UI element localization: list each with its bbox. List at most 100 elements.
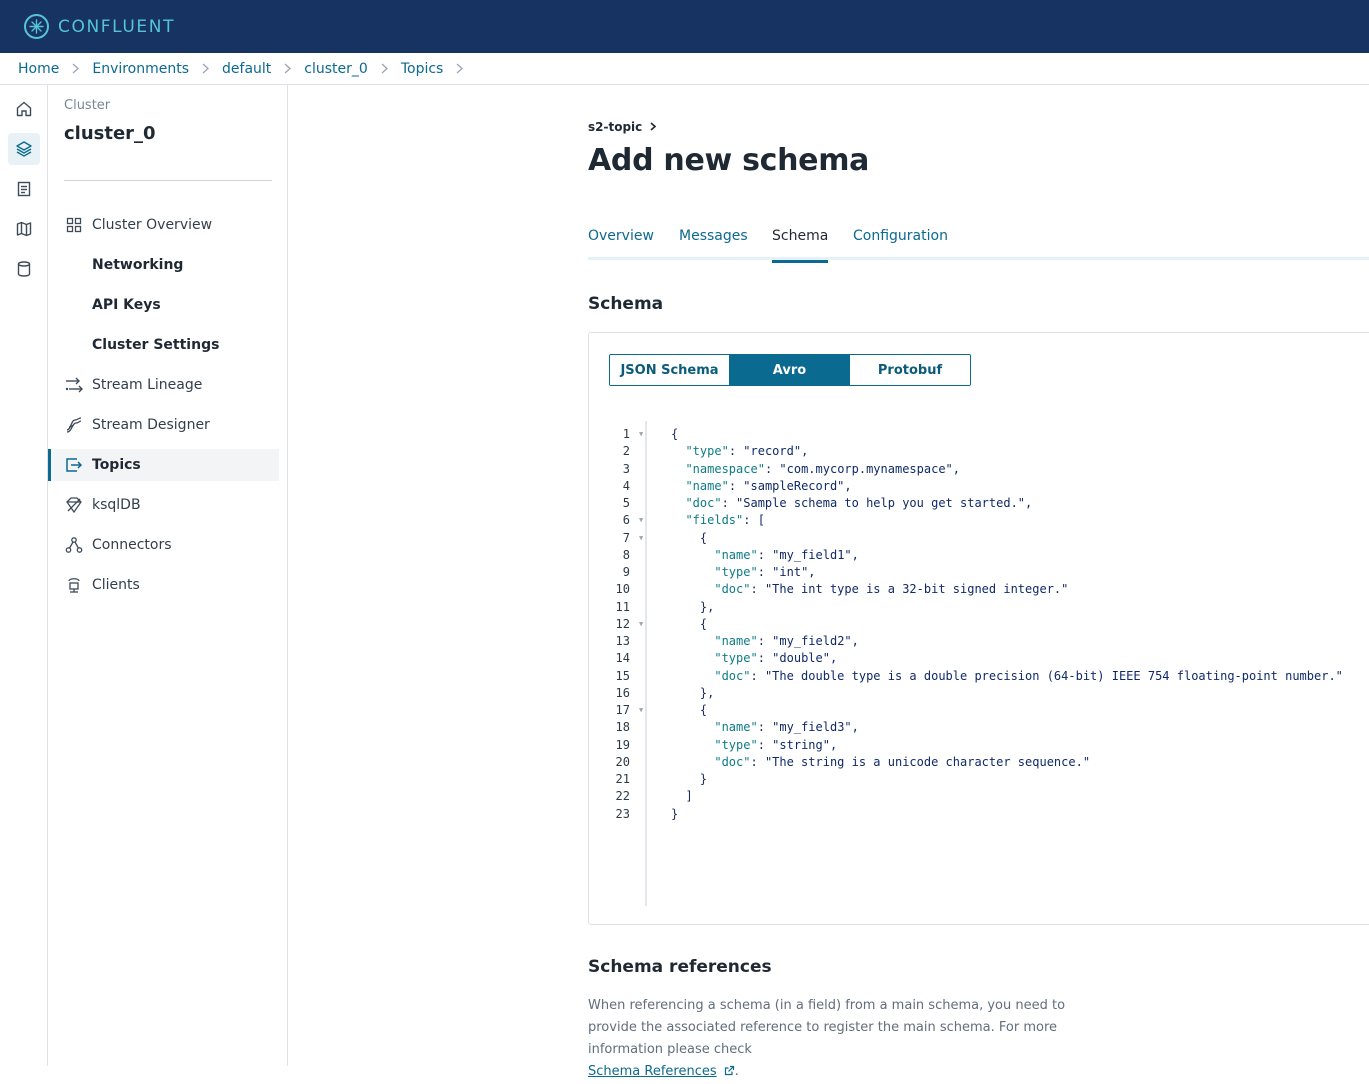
format-protobuf-button[interactable]: Protobuf — [850, 355, 970, 385]
breadcrumb-cluster[interactable]: cluster_0 — [304, 61, 368, 77]
nav-item-connectors[interactable]: Connectors — [48, 529, 279, 561]
schema-editor-panel: JSON Schema Avro Protobuf 1 ▼ 2 3 4 5 6 ▼ 7 ▼ 8 9 10… — [588, 332, 1369, 925]
line-number: 14 — [615, 651, 630, 666]
map-icon[interactable] — [8, 213, 40, 245]
line-number: 7 — [622, 530, 630, 545]
nav-item-stream-designer[interactable]: Stream Designer — [48, 409, 279, 441]
breadcrumb-default[interactable]: default — [222, 61, 271, 77]
nav-label: Clients — [92, 577, 140, 593]
main-content: s2-topic Add new schema Overview Message… — [588, 85, 1369, 1079]
topics-icon — [65, 456, 83, 474]
database-icon[interactable] — [8, 253, 40, 285]
nav-label: API Keys — [92, 297, 161, 313]
tab-messages[interactable]: Messages — [679, 228, 748, 260]
code-line: "type": "double", — [714, 651, 838, 666]
topic-breadcrumb[interactable]: s2-topic — [588, 120, 657, 134]
code-line: "name": "my_field3", — [714, 720, 859, 735]
breadcrumb-environments[interactable]: Environments — [92, 61, 189, 77]
tab-schema[interactable]: Schema — [772, 228, 829, 263]
nav-item-clients[interactable]: Clients — [48, 569, 279, 601]
nav-label: ksqlDB — [92, 497, 141, 513]
line-number: 20 — [615, 754, 630, 769]
fold-caret-icon[interactable]: ▼ — [639, 512, 643, 529]
format-json-schema-button[interactable]: JSON Schema — [610, 355, 730, 385]
line-number: 12 — [615, 616, 630, 631]
line-number: 21 — [615, 772, 630, 786]
line-number: 8 — [622, 547, 630, 562]
breadcrumb-home[interactable]: Home — [18, 61, 59, 77]
line-number: 18 — [615, 720, 630, 735]
code-line: "fields": [ — [685, 513, 765, 528]
line-number: 10 — [615, 582, 630, 597]
chevron-right-icon — [456, 63, 464, 74]
schema-references-text: When referencing a schema (in a field) f… — [588, 995, 1108, 1084]
cluster-name: cluster_0 — [64, 123, 156, 144]
chevron-right-icon — [72, 63, 80, 74]
line-number: 19 — [615, 737, 630, 752]
code-line: { — [671, 616, 708, 631]
nav-label: Topics — [92, 457, 141, 473]
fold-caret-icon[interactable]: ▼ — [639, 616, 643, 633]
fold-caret-icon[interactable]: ▼ — [639, 702, 643, 719]
nav-item-cluster-overview[interactable]: Cluster Overview — [48, 209, 279, 241]
top-bar: CONFLUENT — [0, 0, 1369, 53]
nav-label: Stream Lineage — [92, 377, 203, 393]
code-line: } — [671, 806, 679, 821]
code-line: { — [671, 427, 679, 441]
nav-label: Connectors — [92, 537, 172, 553]
code-line: "name": "sampleRecord", — [685, 478, 852, 493]
line-number: 6 — [622, 513, 630, 528]
line-number: 4 — [622, 478, 630, 493]
line-number: 5 — [622, 496, 630, 510]
nav-item-api-keys[interactable]: API Keys — [48, 289, 279, 321]
schema-references-link[interactable]: Schema References — [588, 1064, 717, 1079]
nav-label: Cluster Settings — [92, 337, 220, 353]
nav-item-ksqldb[interactable]: ksqlDB — [48, 489, 279, 521]
nav-label: Stream Designer — [92, 417, 210, 433]
topic-name: s2-topic — [588, 120, 643, 134]
nav-item-cluster-settings[interactable]: Cluster Settings — [48, 329, 279, 361]
code-line: "type": "int", — [714, 565, 816, 579]
code-line: }, — [671, 599, 715, 614]
sidenav-label: Cluster — [64, 98, 111, 113]
line-number: 11 — [615, 599, 630, 614]
code-line: }, — [671, 685, 715, 700]
external-link-icon[interactable] — [724, 1062, 735, 1084]
grid-icon — [65, 216, 83, 234]
nav-item-stream-lineage[interactable]: Stream Lineage — [48, 369, 279, 401]
breadcrumb: Home Environments default cluster_0 Topi… — [0, 53, 1369, 85]
nav-item-topics[interactable]: Topics — [48, 449, 279, 481]
layers-icon[interactable] — [8, 133, 40, 165]
fold-caret-icon[interactable]: ▼ — [639, 530, 643, 547]
format-avro-button[interactable]: Avro — [730, 355, 850, 385]
line-number: 1 — [622, 427, 630, 441]
lineage-icon — [65, 376, 83, 394]
code-line: "type": "record", — [685, 444, 809, 459]
ksqldb-icon — [65, 496, 83, 514]
tab-configuration[interactable]: Configuration — [853, 228, 948, 260]
period: . — [734, 1064, 739, 1079]
confluent-logo[interactable]: CONFLUENT — [24, 14, 175, 39]
line-number: 16 — [615, 685, 630, 700]
nav-item-networking[interactable]: Networking — [48, 249, 279, 281]
code-line: "name": "my_field1", — [714, 547, 859, 562]
page-title: Add new schema — [588, 143, 870, 178]
clients-icon — [65, 576, 83, 594]
nav-label: Networking — [92, 257, 184, 273]
line-number: 9 — [622, 565, 630, 579]
chevron-right-icon — [202, 63, 210, 74]
connectors-icon — [65, 536, 83, 554]
logo-text: CONFLUENT — [58, 16, 176, 37]
schema-references-heading: Schema references — [588, 957, 772, 977]
tab-overview[interactable]: Overview — [588, 228, 654, 260]
designer-icon — [65, 416, 83, 434]
code-line: ] — [671, 789, 693, 804]
line-number: 22 — [615, 789, 630, 804]
line-number: 15 — [615, 668, 630, 683]
document-icon[interactable] — [8, 173, 40, 205]
fold-caret-icon[interactable]: ▼ — [639, 426, 643, 443]
code-editor[interactable]: 1 ▼ 2 3 4 5 6 ▼ 7 ▼ 8 9 10 11 12 ▼ 13 14 15 16 17 ▼ 18 19 20 21 22… — [589, 421, 1369, 906]
home-icon[interactable] — [8, 93, 40, 125]
breadcrumb-topics[interactable]: Topics — [401, 61, 444, 77]
line-number: 17 — [615, 703, 630, 717]
